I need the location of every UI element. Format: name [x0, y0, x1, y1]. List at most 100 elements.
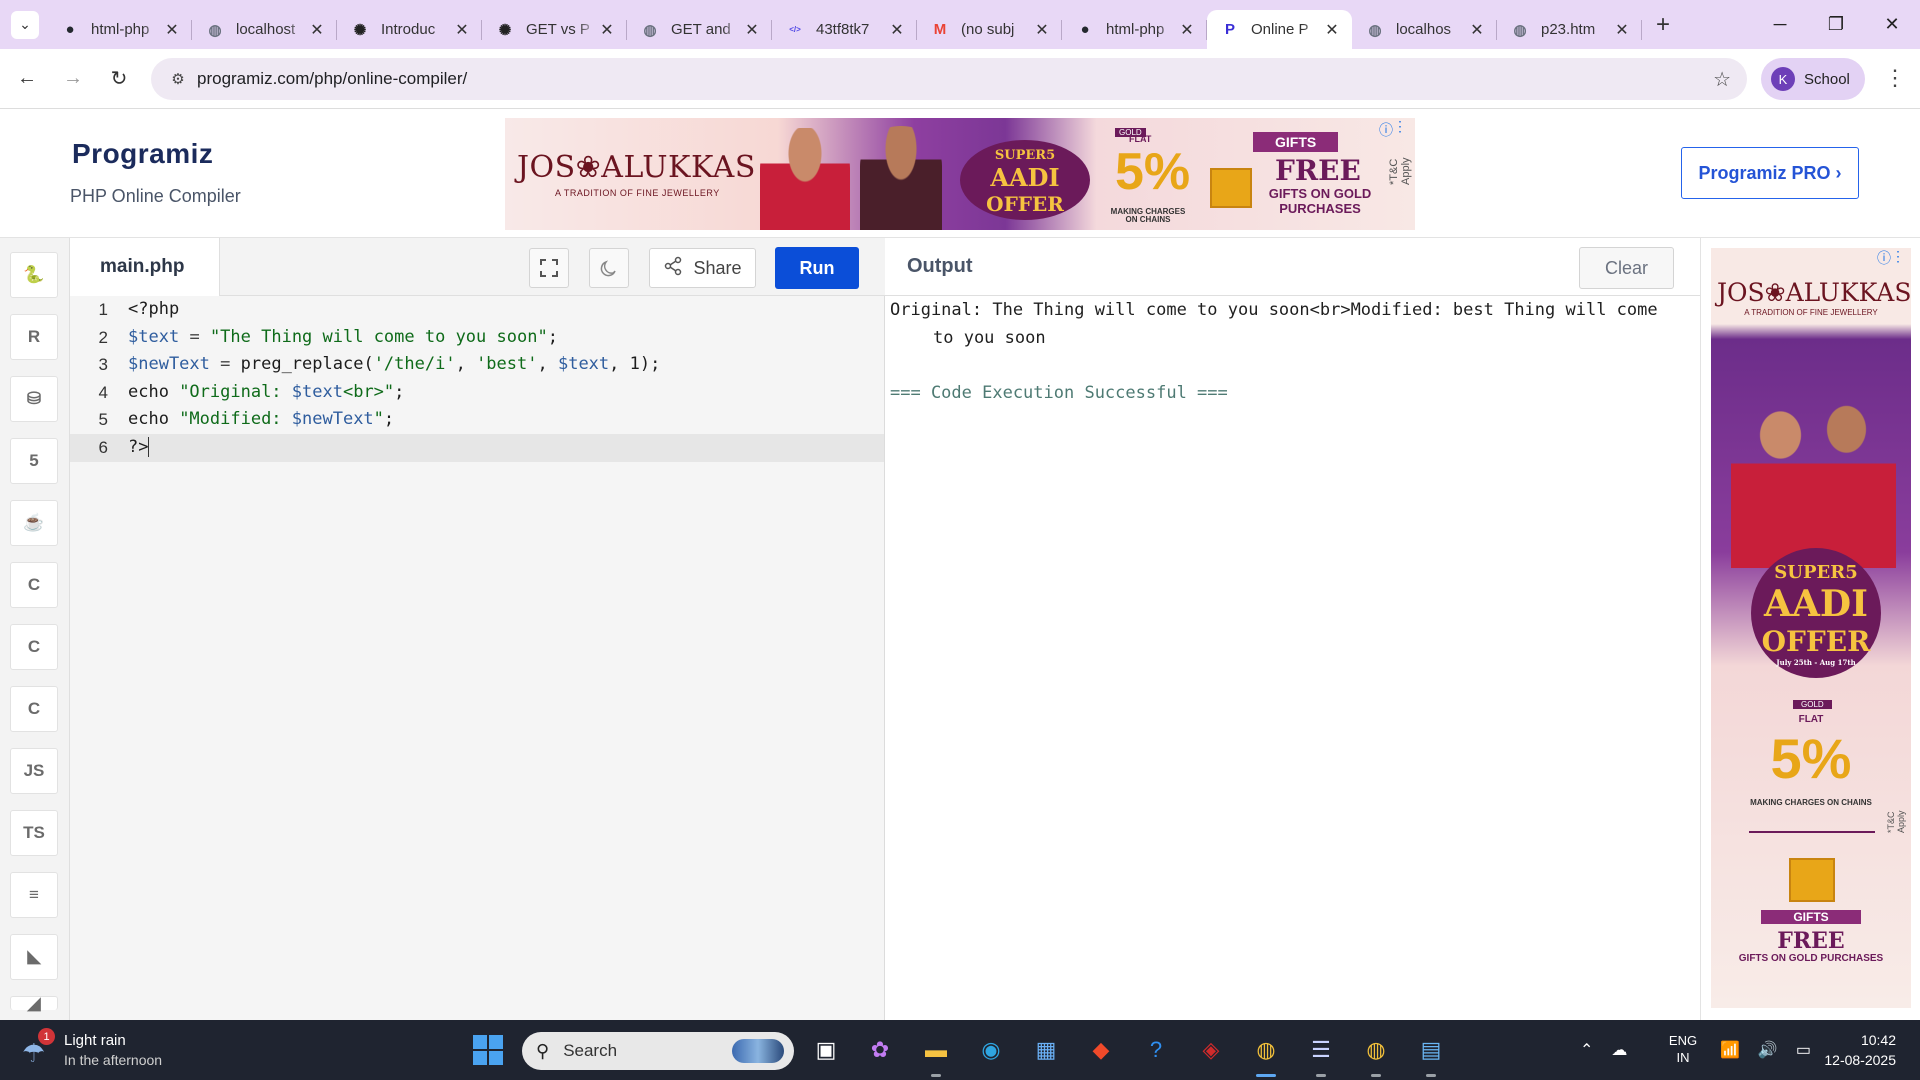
code-line[interactable]: 2 $text = "The Thing will come to you soo… [70, 324, 884, 352]
browser-tab[interactable]: P Online P ✕ [1207, 10, 1352, 49]
vad-info-icon[interactable]: ⓘ [1877, 248, 1891, 268]
new-tab-button[interactable]: + [1656, 11, 1670, 39]
code-icon: </> [789, 25, 801, 34]
clock[interactable]: 10:42 12-08-2025 [1814, 1030, 1896, 1070]
fullscreen-icon[interactable] [529, 248, 569, 288]
browser-tab[interactable]: ● html-php ✕ [1062, 10, 1207, 49]
tab-close-icon[interactable]: ✕ [454, 20, 470, 40]
git-icon[interactable]: ◆ [1085, 1034, 1117, 1066]
tab-close-icon[interactable]: ✕ [1324, 20, 1340, 40]
site-info-icon[interactable]: ⚙ [161, 70, 195, 88]
sql-icon[interactable]: ⛁ [10, 376, 58, 422]
python-icon[interactable]: 🐍 [10, 252, 58, 298]
github-icon: ● [65, 21, 75, 38]
tab-close-icon[interactable]: ✕ [889, 20, 905, 40]
language-indicator[interactable]: ENG IN [1666, 1032, 1700, 1066]
browser-tab[interactable]: M (no subj ✕ [917, 10, 1062, 49]
chrome-icon[interactable]: ◍ [1250, 1034, 1282, 1066]
c-icon[interactable]: C [10, 562, 58, 608]
reload-icon[interactable]: ↻ [106, 66, 132, 91]
js-icon[interactable]: JS [10, 748, 58, 794]
mcafee-icon[interactable]: ◈ [1195, 1034, 1227, 1066]
browser-tab[interactable]: ● html-php ✕ [47, 10, 192, 49]
chevron-up-icon[interactable]: ⌃ [1580, 1040, 1593, 1060]
taskbar-search[interactable]: ⚲ Search [522, 1032, 794, 1070]
tab-close-icon[interactable]: ✕ [744, 20, 760, 40]
programiz-pro-button[interactable]: Programiz PRO › [1681, 147, 1859, 199]
ad-offer-line3: OFFER [986, 192, 1064, 216]
rust-icon[interactable]: ◢ [10, 994, 58, 1013]
tab-close-icon[interactable]: ✕ [599, 20, 615, 40]
forward-icon[interactable]: → [60, 67, 86, 90]
weather-widget[interactable]: ☂ 1 Light rain In the afternoon [22, 1028, 222, 1072]
programiz-logo[interactable]: Programiz [72, 138, 213, 170]
tab-close-icon[interactable]: ✕ [1179, 20, 1195, 40]
tab-close-icon[interactable]: ✕ [1469, 20, 1485, 40]
browser-tab[interactable]: ◍ localhos ✕ [1352, 10, 1497, 49]
profile-button[interactable]: K School [1761, 58, 1865, 100]
code-line[interactable]: 5 echo "Modified: $newText"; [70, 406, 884, 434]
code-line[interactable]: 3 $newText = preg_replace('/the/i', 'best… [70, 351, 884, 379]
file-tab[interactable]: main.php [70, 238, 220, 296]
swift-icon[interactable]: ◣ [10, 934, 58, 980]
help-icon[interactable]: ? [1140, 1034, 1172, 1066]
browser-tab[interactable]: ◍ GET and ✕ [627, 10, 772, 49]
tab-close-icon[interactable]: ✕ [1034, 20, 1050, 40]
ad-percent: 5% [1115, 143, 1191, 201]
close-window-icon[interactable]: ✕ [1864, 14, 1920, 35]
code-editor[interactable]: 1 <?php 2 $text = "The Thing will come to y… [70, 296, 885, 1020]
csharp-icon[interactable]: C [10, 686, 58, 732]
windows-start-icon[interactable] [473, 1035, 503, 1065]
quick-settings[interactable]: 📶 🔊 ▭ [1720, 1020, 1829, 1080]
browser-tab[interactable]: ◍ p23.htm ✕ [1497, 10, 1642, 49]
vertical-ad[interactable]: ⓘ ⋮ JOS❀ALUKKAS A TRADITION OF FINE JEWE… [1711, 248, 1911, 1008]
ad-menu-icon[interactable]: ⋮ [1393, 118, 1407, 135]
browser-tab[interactable]: ✺ Introduc ✕ [337, 10, 482, 49]
tab-close-icon[interactable]: ✕ [164, 20, 180, 40]
browser-tab[interactable]: ◍ localhost ✕ [192, 10, 337, 49]
run-button[interactable]: Run [775, 247, 859, 289]
vad-gift-box [1789, 858, 1835, 902]
code-line[interactable]: 1 <?php [70, 296, 884, 324]
minimize-icon[interactable]: ─ [1752, 14, 1808, 35]
browser-tab[interactable]: </> 43tf8tk7 ✕ [772, 10, 917, 49]
bookmark-star-icon[interactable]: ☆ [1713, 67, 1731, 92]
notepad-icon[interactable]: ▤ [1415, 1034, 1447, 1066]
share-button[interactable]: Share [649, 248, 756, 288]
url-text[interactable]: programiz.com/php/online-compiler/ [197, 69, 467, 89]
cpp-icon[interactable]: C [10, 624, 58, 670]
go-icon[interactable]: ≡ [10, 872, 58, 918]
tab-close-icon[interactable]: ✕ [309, 20, 325, 40]
file-explorer-icon[interactable]: ▬ [920, 1034, 952, 1066]
output-panel: Original: The Thing will come to you soo… [885, 296, 1700, 1020]
vad-percent: 5% [1770, 727, 1852, 790]
address-bar[interactable]: ⚙ programiz.com/php/online-compiler/ ☆ [151, 58, 1747, 100]
browser-tab[interactable]: ✺ GET vs P ✕ [482, 10, 627, 49]
ms-store-icon[interactable]: ▦ [1030, 1034, 1062, 1066]
code-line[interactable]: 6 ?> [70, 433, 884, 462]
tab-close-icon[interactable]: ✕ [1614, 20, 1630, 40]
clear-button[interactable]: Clear [1579, 247, 1674, 289]
onedrive-icon[interactable]: ☁ [1611, 1040, 1627, 1060]
task-view-icon[interactable]: ▣ [810, 1034, 842, 1066]
java-icon[interactable]: ☕ [10, 500, 58, 546]
back-icon[interactable]: ← [14, 67, 40, 90]
ad-info-icon[interactable]: ⓘ [1379, 120, 1393, 140]
vad-gifts-label: GIFTS [1761, 910, 1861, 924]
code-line[interactable]: 4 echo "Original: $text<br>"; [70, 379, 884, 407]
xampp-icon[interactable]: ☰ [1305, 1034, 1337, 1066]
ts-icon[interactable]: TS [10, 810, 58, 856]
edge-icon[interactable]: ◉ [975, 1034, 1007, 1066]
chrome-profile-icon[interactable]: ◍ [1360, 1034, 1392, 1066]
maximize-icon[interactable]: ❐ [1808, 14, 1864, 35]
tab-search-button[interactable]: ⌄ [11, 10, 39, 39]
top-ad-banner[interactable]: JOS❀ALUKKAS A TRADITION OF FINE JEWELLER… [505, 118, 1415, 230]
browser-menu-icon[interactable]: ⋮ [1884, 67, 1906, 89]
r-icon[interactable]: R [10, 314, 58, 360]
dark-mode-icon[interactable] [589, 248, 629, 288]
html-icon[interactable]: 5 [10, 438, 58, 484]
clock-date: 12-08-2025 [1824, 1052, 1896, 1068]
copilot-icon[interactable]: ✿ [864, 1034, 896, 1066]
vad-menu-icon[interactable]: ⋮ [1891, 248, 1905, 265]
vad-offer-line3: OFFER [1761, 625, 1871, 658]
